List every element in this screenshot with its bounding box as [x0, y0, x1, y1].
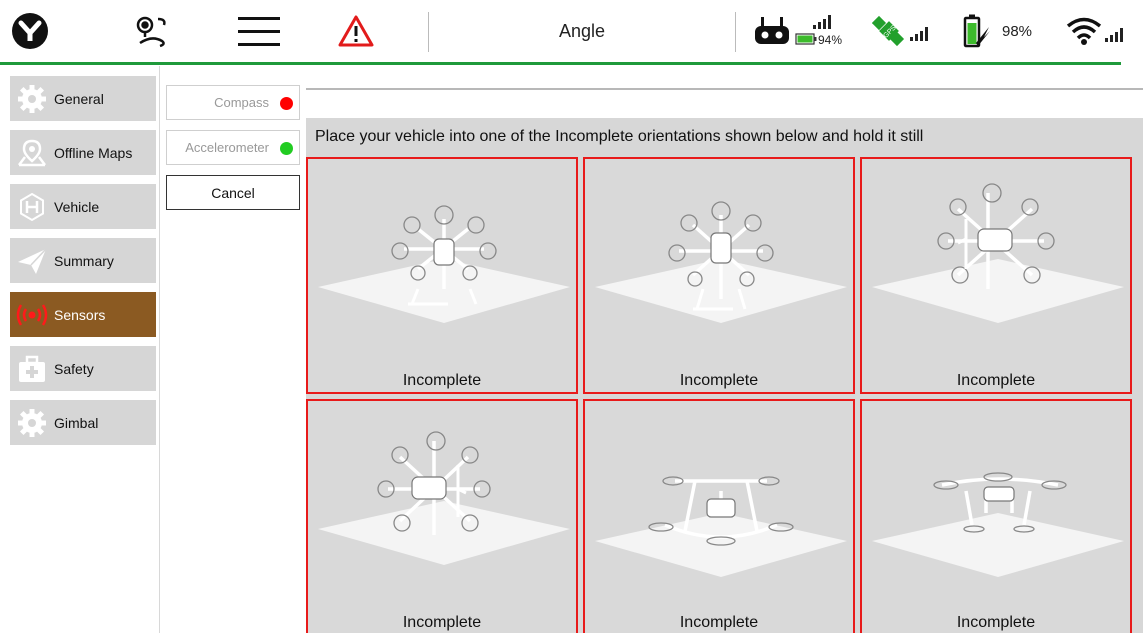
calibration-panel: Compass Accelerometer Cancel: [160, 66, 306, 633]
drone-orientation-icon: [595, 476, 847, 577]
flight-mode-selector[interactable]: Angle: [430, 0, 734, 62]
accelerometer-label: Accelerometer: [185, 140, 269, 155]
orientation-status: Incomplete: [679, 372, 759, 389]
gear-icon: [10, 76, 54, 121]
sensors-icon: [10, 292, 54, 337]
gps-signal-bars-icon: [910, 27, 928, 41]
first-aid-icon: [10, 346, 54, 391]
orientation-status: Incomplete: [402, 614, 482, 631]
vehicle-icon: [10, 184, 54, 229]
gps-status[interactable]: GPS: [872, 0, 936, 62]
sidebar-item-gimbal[interactable]: Gimbal: [10, 400, 156, 445]
drone-orientation-icon: [595, 201, 847, 323]
gps-satellite-icon: GPS: [872, 15, 905, 47]
accelerometer-status-indicator: [280, 142, 293, 155]
drone-orientation-icon: [318, 431, 570, 565]
battery-icon: [963, 14, 990, 48]
menu-icon[interactable]: [234, 0, 284, 62]
signal-bars-icon: [813, 15, 831, 29]
top-toolbar: Angle 94% GPS 98%: [0, 0, 1143, 65]
orientation-status: Incomplete: [402, 372, 482, 389]
settings-sidebar: General Offline Maps Vehicle Summary Sen…: [0, 66, 160, 633]
sidebar-item-label: Safety: [54, 360, 94, 377]
orientation-tile-level: Incomplete: [860, 399, 1132, 633]
compass-label: Compass: [214, 95, 269, 110]
sidebar-item-label: Gimbal: [54, 414, 99, 431]
sidebar-item-safety[interactable]: Safety: [10, 346, 156, 391]
sidebar-item-general[interactable]: General: [10, 76, 156, 121]
sidebar-item-label: Summary: [54, 252, 114, 269]
app-logo-icon[interactable]: [8, 0, 52, 62]
toolbar-separator: [735, 12, 736, 52]
orientation-tile-upside-down: Incomplete: [583, 399, 855, 633]
sidebar-item-label: Sensors: [54, 306, 106, 323]
wifi-signal-bars-icon: [1105, 28, 1123, 42]
calibration-progress-bar: [306, 88, 1143, 90]
toolbar-separator: [428, 12, 429, 52]
warning-icon[interactable]: [334, 0, 378, 62]
sidebar-item-sensors[interactable]: Sensors: [10, 292, 156, 337]
remote-controller-icon[interactable]: [752, 0, 792, 62]
sidebar-item-vehicle[interactable]: Vehicle: [10, 184, 156, 229]
orientation-status: Incomplete: [956, 372, 1036, 389]
sidebar-item-label: General: [54, 90, 104, 107]
vehicle-battery-status[interactable]: 98%: [962, 0, 1040, 62]
wifi-status[interactable]: [1066, 0, 1136, 62]
orientation-tile-right-side: Incomplete: [306, 399, 578, 633]
sidebar-item-label: Vehicle: [54, 198, 100, 215]
wifi-icon: [1066, 17, 1102, 45]
drone-orientation-icon: [318, 205, 570, 323]
map-icon: [10, 130, 54, 175]
orientation-tile-nose-down: Incomplete: [306, 157, 578, 394]
cancel-button[interactable]: Cancel: [166, 175, 300, 210]
drone-orientation-icon: [872, 472, 1124, 577]
drone-orientation-icon: [872, 183, 1124, 323]
vehicle-battery-text: 98%: [1002, 22, 1033, 40]
sidebar-item-summary[interactable]: Summary: [10, 238, 156, 283]
orientation-status: Incomplete: [956, 614, 1036, 631]
compass-status-indicator: [280, 97, 293, 110]
calibration-instructions: Place your vehicle into one of the Incom…: [315, 128, 924, 145]
compass-button[interactable]: Compass: [166, 85, 300, 120]
sidebar-item-label: Offline Maps: [54, 144, 133, 161]
accelerometer-button[interactable]: Accelerometer: [166, 130, 300, 165]
sidebar-item-offline-maps[interactable]: Offline Maps: [10, 130, 156, 175]
remote-status: 94%: [795, 0, 855, 62]
gear-icon: [10, 400, 54, 445]
orientation-tile-left-side: Incomplete: [860, 157, 1132, 394]
toolbar-status-line: [0, 62, 1121, 65]
remote-battery-text: 94%: [818, 33, 843, 47]
orientation-status: Incomplete: [679, 614, 759, 631]
orientation-tile-nose-up: Incomplete: [583, 157, 855, 394]
plan-route-icon[interactable]: [128, 0, 176, 62]
battery-icon: [795, 33, 817, 45]
paper-plane-icon: [10, 238, 54, 283]
calibration-content: Place your vehicle into one of the Incom…: [306, 66, 1143, 633]
